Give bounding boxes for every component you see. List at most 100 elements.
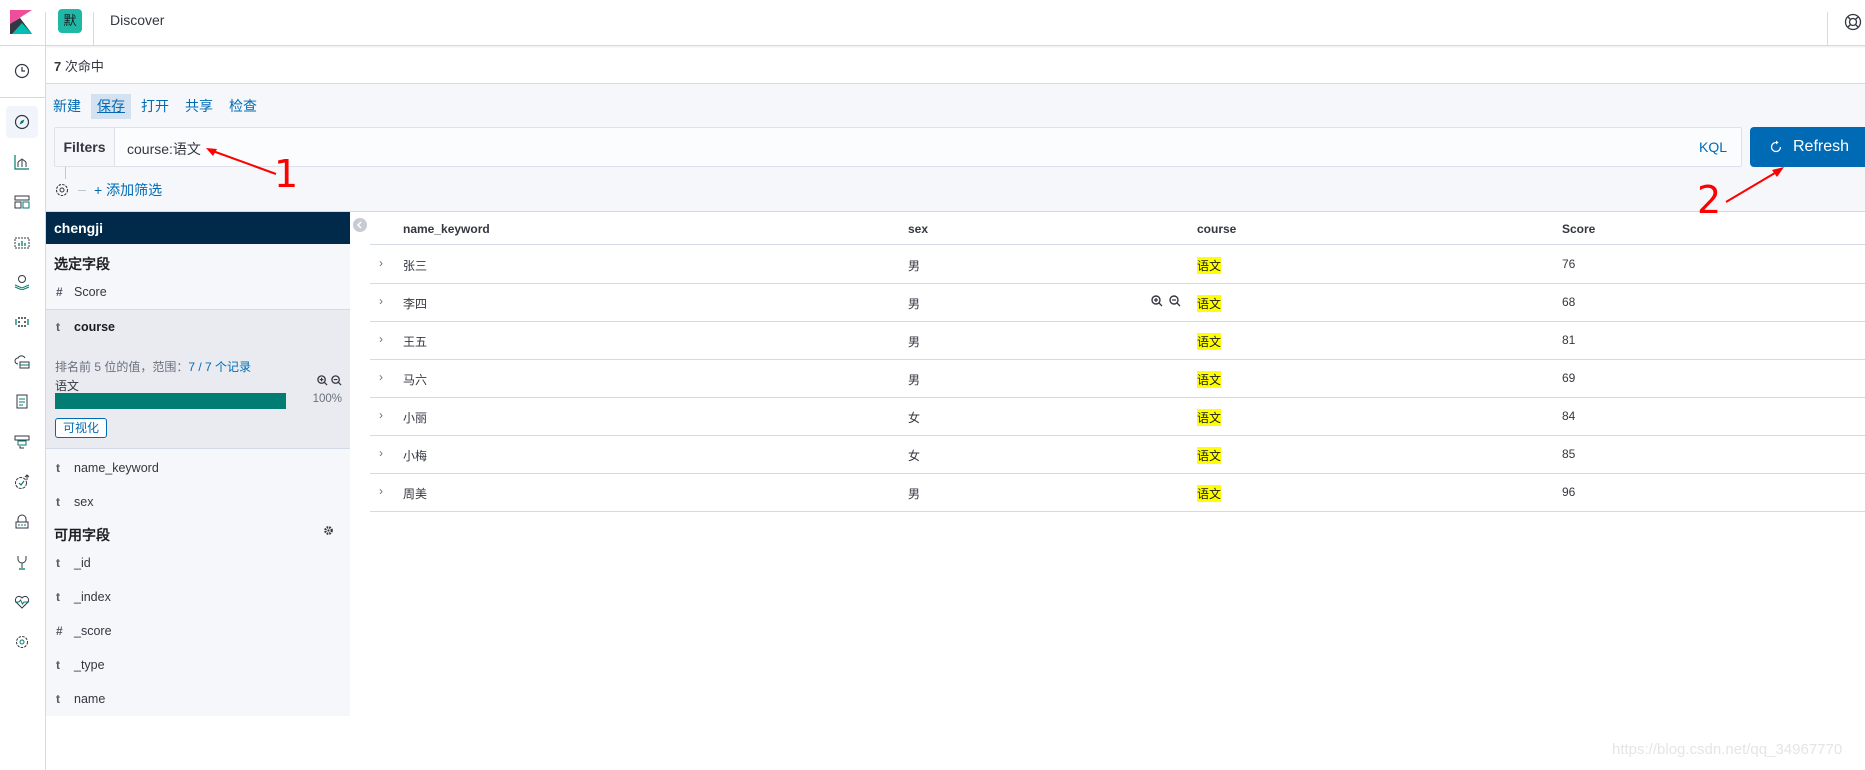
query-input[interactable]: course:语文 (127, 139, 201, 159)
chevron-left-icon (356, 221, 362, 229)
summary-prefix: 排名前 5 位的值，范围： (55, 360, 189, 374)
field-name: _score (74, 624, 112, 638)
zoom-out-icon[interactable] (1169, 295, 1181, 307)
menu-new[interactable]: 新建 (53, 94, 87, 119)
canvas-icon (14, 237, 30, 249)
expand-row-chevron-icon[interactable]: › (379, 484, 383, 498)
field-item[interactable]: t name_keyword (46, 451, 350, 485)
filter-settings-gear-icon[interactable] (54, 182, 70, 198)
field-item[interactable]: t _type (46, 648, 350, 682)
field-filter-gear-icon[interactable] (323, 525, 334, 536)
table-row[interactable]: › 李四 男 语文 68 (370, 284, 1865, 322)
number-type-icon: # (56, 624, 63, 638)
nav-canvas[interactable] (6, 226, 38, 258)
header-divider (45, 12, 46, 46)
gear-icon (16, 636, 28, 648)
kibana-logo-icon[interactable] (10, 10, 32, 34)
field-item[interactable]: # Score (46, 275, 350, 309)
cell-score: 81 (1562, 333, 1576, 347)
nav-recently-viewed[interactable] (6, 55, 38, 87)
header-divider (93, 12, 94, 46)
bucket-value: 语文 (55, 379, 80, 393)
field-item[interactable]: t name (46, 682, 350, 716)
watermark: https://blog.csdn.net/qq_34967770 (1612, 741, 1843, 758)
string-type-icon: t (56, 495, 60, 509)
cell-course-highlighted: 语文 (1197, 447, 1222, 464)
table-row[interactable]: › 小丽 女 语文 84 (370, 398, 1865, 436)
field-sidebar: chengji 选定字段 # Score t course 排名前 5 位的值，… (46, 212, 350, 716)
top-menu: 新建 保存 打开 共享 检查 (53, 94, 267, 119)
field-item[interactable]: t sex (46, 485, 350, 519)
nav-maps[interactable] (6, 266, 38, 298)
nav-monitoring[interactable] (6, 586, 38, 618)
field-item[interactable]: # _score (46, 614, 350, 648)
nav-infrastructure[interactable] (6, 346, 38, 378)
table-row[interactable]: › 小梅 女 语文 85 (370, 436, 1865, 474)
table-row[interactable]: › 张三 男 语文 76 (370, 246, 1865, 284)
column-header-name-keyword[interactable]: name_keyword (403, 222, 490, 236)
space-avatar[interactable]: 默 (58, 9, 82, 33)
zoom-in-icon[interactable] (317, 375, 328, 386)
table-row[interactable]: › 周美 男 语文 96 (370, 474, 1865, 512)
kql-toggle[interactable]: KQL (1699, 139, 1727, 155)
nav-siem[interactable] (6, 506, 38, 538)
cell-score: 96 (1562, 485, 1576, 499)
table-row[interactable]: › 王五 男 语文 81 (370, 322, 1865, 360)
logs-icon (16, 394, 28, 409)
field-item[interactable]: t _index (46, 580, 350, 614)
menu-inspect[interactable]: 检查 (223, 94, 263, 119)
query-bar[interactable]: Filters course:语文 KQL (54, 127, 1742, 167)
field-item[interactable]: t _id (46, 546, 350, 580)
expand-row-chevron-icon[interactable]: › (379, 408, 383, 422)
annotation-arrow-2 (1725, 167, 1784, 203)
nav-uptime[interactable] (6, 466, 38, 498)
cell-name-keyword: 李四 (403, 297, 428, 311)
help-icon[interactable] (1844, 13, 1862, 31)
infrastructure-icon (14, 355, 30, 369)
zoom-in-icon[interactable] (1151, 295, 1163, 307)
column-header-score[interactable]: Score (1562, 222, 1595, 236)
bucket-percent: 100% (312, 393, 342, 405)
nav-discover[interactable] (6, 106, 38, 138)
menu-save[interactable]: 保存 (91, 94, 131, 119)
nav-management[interactable] (6, 626, 38, 658)
nav-dev-tools[interactable] (6, 546, 38, 578)
refresh-button[interactable]: Refresh (1750, 127, 1865, 167)
nav-visualize[interactable] (6, 146, 38, 178)
cell-sex: 男 (908, 335, 921, 349)
collapse-sidebar-button[interactable] (353, 218, 367, 232)
header-divider (1827, 12, 1828, 46)
string-type-icon: t (56, 590, 60, 604)
menu-open[interactable]: 打开 (135, 94, 175, 119)
expand-row-chevron-icon[interactable]: › (379, 446, 383, 460)
column-header-sex[interactable]: sex (908, 222, 928, 236)
cell-sex: 女 (908, 411, 921, 425)
field-item[interactable]: t course (46, 310, 350, 344)
nav-machine-learning[interactable] (6, 306, 38, 338)
table-row[interactable]: › 马六 男 语文 69 (370, 360, 1865, 398)
visualize-button[interactable]: 可视化 (55, 418, 108, 438)
column-header-course[interactable]: course (1197, 222, 1236, 236)
cell-course-highlighted: 语文 (1197, 295, 1222, 312)
ml-icon (15, 317, 29, 327)
index-pattern-selector[interactable]: chengji (46, 212, 350, 244)
nav-dashboard[interactable] (6, 186, 38, 218)
expand-row-chevron-icon[interactable]: › (379, 370, 383, 384)
number-type-icon: # (56, 285, 63, 299)
zoom-out-icon[interactable] (331, 375, 342, 386)
add-filter-button[interactable]: + 添加筛选 (94, 180, 162, 200)
filter-connector (65, 167, 66, 179)
cell-score: 76 (1562, 257, 1576, 271)
refresh-icon (1770, 140, 1782, 153)
nav-apm[interactable] (6, 426, 38, 458)
string-type-icon: t (56, 658, 60, 672)
nav-logs[interactable] (6, 386, 38, 418)
heartbeat-icon (14, 595, 30, 609)
lock-icon (15, 514, 29, 529)
expand-row-chevron-icon[interactable]: › (379, 294, 383, 308)
cell-course-highlighted: 语文 (1197, 257, 1222, 274)
expand-row-chevron-icon[interactable]: › (379, 256, 383, 270)
menu-share[interactable]: 共享 (179, 94, 219, 119)
expand-row-chevron-icon[interactable]: › (379, 332, 383, 346)
hits-count: 7 次命中 (54, 56, 104, 75)
